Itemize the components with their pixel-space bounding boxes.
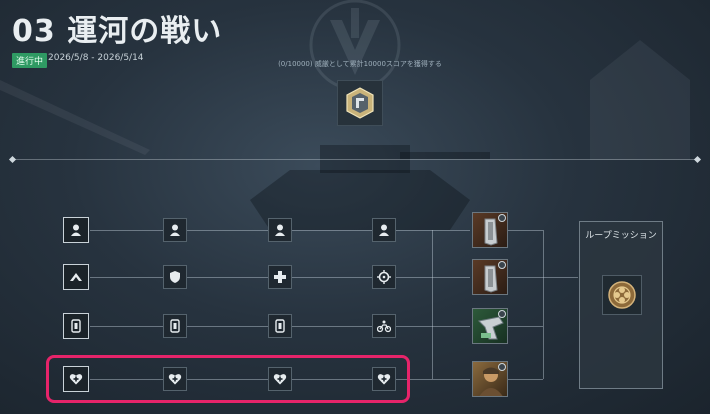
- loop-mission-reward[interactable]: [602, 275, 642, 315]
- vehicle-badge-icon: [71, 319, 81, 333]
- reward-item[interactable]: [472, 308, 508, 344]
- shield-icon: [170, 271, 180, 283]
- date-range: 2026/5/8 - 2026/5/14: [48, 53, 144, 63]
- reward-item[interactable]: [472, 212, 508, 248]
- mission-node[interactable]: [63, 217, 89, 243]
- mission-node[interactable]: [268, 218, 292, 242]
- divider-end-right: [693, 155, 702, 164]
- highlight-frame: [46, 355, 410, 403]
- loop-mission-title: ループミッション: [585, 231, 657, 241]
- cross-icon: [274, 271, 286, 283]
- season-emblem[interactable]: [337, 80, 383, 126]
- background-crane: [0, 80, 150, 155]
- mission-node[interactable]: [268, 314, 292, 338]
- background-building: [590, 40, 690, 160]
- crosshair-icon: [377, 270, 391, 284]
- reward-badge: [498, 214, 506, 222]
- status-badge: 進行中: [12, 53, 48, 68]
- mission-node[interactable]: [268, 265, 292, 289]
- vehicle-badge-icon: [170, 319, 180, 333]
- mission-node[interactable]: [63, 264, 89, 290]
- page-title: 03 運河の戦い: [12, 14, 223, 49]
- mission-node[interactable]: [372, 314, 396, 338]
- soldier-icon: [379, 224, 389, 236]
- mission-node[interactable]: [372, 218, 396, 242]
- soldier-icon: [71, 224, 81, 236]
- reward-item[interactable]: [472, 361, 508, 397]
- gold-emblem-icon: [346, 87, 374, 119]
- reward-merge-connector: [543, 230, 544, 379]
- soldier-icon: [275, 224, 285, 236]
- reward-badge: [498, 261, 506, 269]
- bronze-medal-icon: [608, 281, 636, 309]
- mission-node[interactable]: [372, 265, 396, 289]
- mission-node[interactable]: [163, 218, 187, 242]
- reward-badge: [498, 363, 506, 371]
- reward-connector: [508, 379, 543, 380]
- objective-text: (0/10000) 威厳として累計10000スコアを獲得する: [278, 60, 442, 68]
- reward-badge: [498, 310, 506, 318]
- vehicle-badge-icon: [275, 319, 285, 333]
- motorbike-icon: [377, 320, 391, 333]
- mission-node[interactable]: [163, 314, 187, 338]
- loop-mission-panel[interactable]: ループミッション: [579, 221, 663, 389]
- reward-connector: [508, 230, 543, 231]
- divider-end-left: [8, 155, 17, 164]
- merge-connector: [432, 230, 433, 379]
- mission-node[interactable]: [163, 265, 187, 289]
- section-divider: [12, 159, 698, 160]
- rank-chevron-icon: [70, 273, 82, 281]
- soldier-icon: [170, 224, 180, 236]
- mission-node[interactable]: [63, 313, 89, 339]
- reward-item[interactable]: [472, 259, 508, 295]
- reward-connector: [508, 326, 543, 327]
